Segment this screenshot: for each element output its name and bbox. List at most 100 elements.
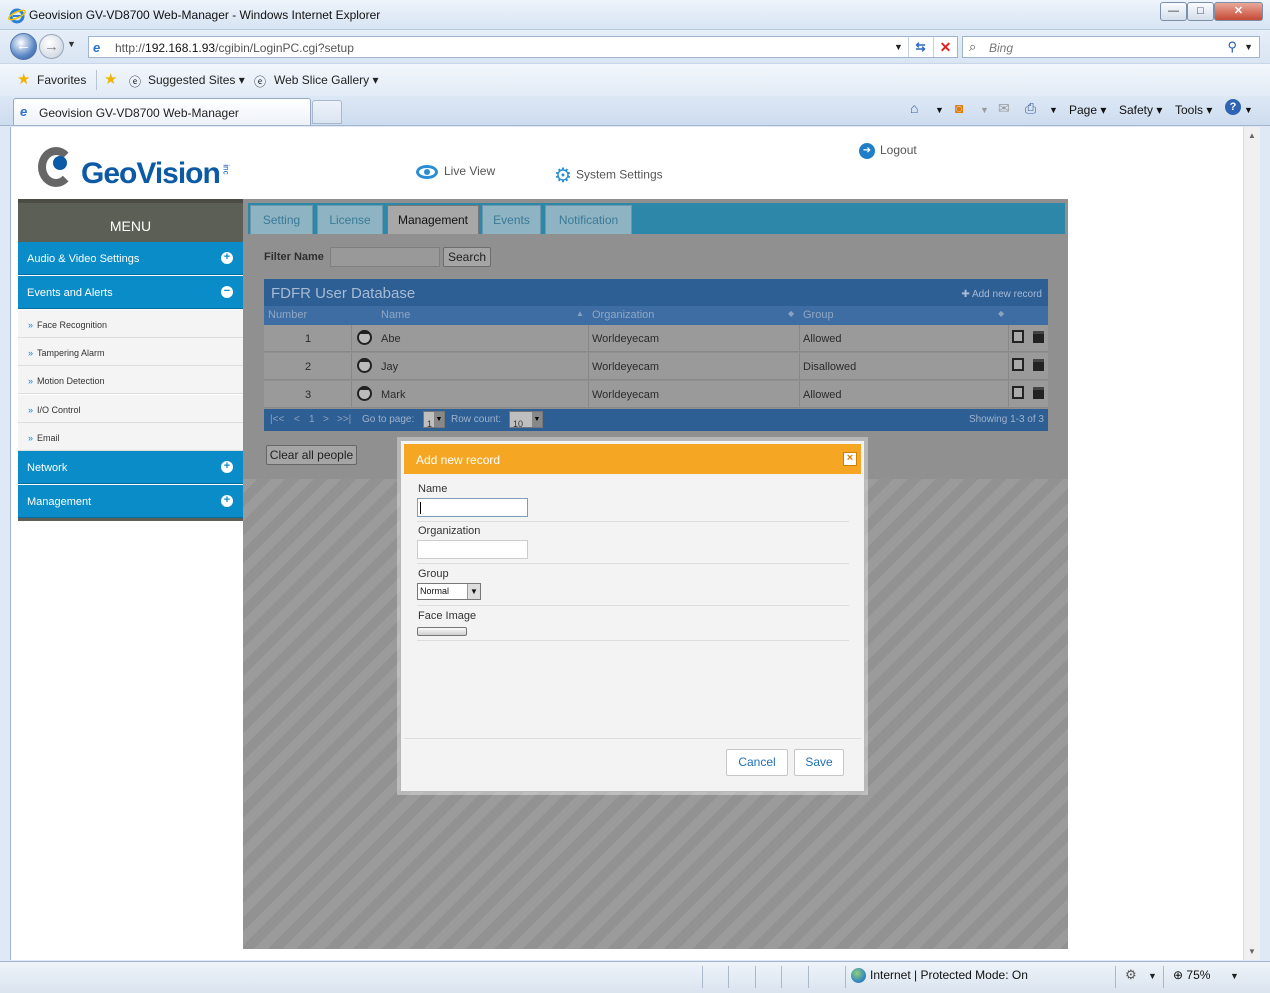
search-icon[interactable]: ⚲ [1227, 39, 1237, 55]
clear-all-people-button[interactable]: Clear all people [266, 445, 357, 465]
last-page-button[interactable]: >>| [337, 414, 351, 425]
address-input[interactable]: e http://192.168.1.93/cgibin/LoginPC.cgi… [88, 36, 958, 58]
tab-notification[interactable]: Notification [545, 205, 632, 234]
prev-page-button[interactable]: < [294, 414, 300, 425]
refresh-icon[interactable]: ⇆ [908, 37, 932, 57]
collapse-icon[interactable]: − [221, 286, 233, 298]
search-button[interactable]: Search [443, 247, 491, 267]
dialog-close-icon[interactable]: × [843, 452, 857, 466]
table-row[interactable]: 2 Jay Worldeyecam Disallowed [264, 353, 1048, 380]
tab-license[interactable]: License [317, 205, 383, 234]
tab-management[interactable]: Management [387, 205, 479, 234]
zoom-level[interactable]: ⊕ 75% [1173, 968, 1210, 982]
table-row[interactable]: 1 Abe Worldeyecam Allowed [264, 325, 1048, 352]
favorites-button[interactable]: Favorites [37, 73, 86, 87]
maximize-button[interactable]: □ [1187, 2, 1214, 21]
add-new-record-button[interactable]: ✚ Add new record [961, 289, 1042, 300]
menu-item-email[interactable]: » Email [18, 423, 243, 451]
zoom-dropdown-icon[interactable]: ▼ [1230, 971, 1239, 981]
forward-button[interactable]: → [39, 34, 64, 59]
back-button[interactable]: ← [10, 33, 37, 60]
close-window-button[interactable]: ✕ [1214, 2, 1263, 21]
system-settings-link[interactable]: ⚙ System Settings [554, 163, 663, 188]
menu-item-face-recognition[interactable]: » Face Recognition [18, 310, 243, 338]
table-row[interactable]: 3 Mark Worldeyecam Allowed [264, 381, 1048, 408]
next-page-button[interactable]: > [323, 414, 329, 425]
tab-events[interactable]: Events [482, 205, 541, 234]
address-dropdown-icon[interactable]: ▼ [894, 42, 903, 52]
face-image-upload-button[interactable] [417, 627, 467, 636]
sort-icon[interactable]: ◆ [788, 309, 794, 318]
column-header-organization[interactable]: Organization [592, 309, 654, 321]
add-new-record-label: Add new record [971, 289, 1042, 300]
new-tab-button[interactable] [312, 100, 342, 124]
edit-icon[interactable] [1012, 358, 1024, 371]
search-options-dropdown-icon[interactable]: ▼ [1244, 42, 1253, 52]
search-input[interactable]: ⌕ Bing ⚲ ▼ [962, 36, 1260, 58]
edit-icon[interactable] [1012, 386, 1024, 399]
logo-suffix: inc [221, 164, 231, 175]
filter-name-input[interactable] [330, 247, 440, 267]
menu-item-io-control[interactable]: » I/O Control [18, 395, 243, 423]
feeds-dropdown-icon[interactable]: ▼ [980, 105, 989, 115]
vertical-scrollbar[interactable]: ▲ ▼ [1243, 127, 1260, 960]
goto-page-select[interactable]: 1 ▼ [423, 411, 445, 429]
safety-menu[interactable]: Safety ▾ [1119, 103, 1162, 117]
column-header-group[interactable]: Group [803, 309, 834, 321]
tools-menu[interactable]: Tools ▾ [1175, 103, 1212, 117]
expand-icon[interactable]: + [221, 461, 233, 473]
page-menu[interactable]: Page ▾ [1069, 103, 1106, 117]
protected-mode-dropdown-icon[interactable]: ▼ [1148, 971, 1157, 981]
stop-icon[interactable]: ✕ [933, 37, 957, 57]
menu-section-events-alerts[interactable]: Events and Alerts − [18, 276, 243, 309]
logout-label: Logout [880, 143, 917, 158]
save-button[interactable]: Save [794, 749, 844, 776]
help-dropdown-icon[interactable]: ▼ [1244, 105, 1253, 115]
expand-icon[interactable]: + [221, 252, 233, 264]
logout-link[interactable]: ➜ Logout [859, 143, 917, 159]
suggested-sites-button[interactable]: Suggested Sites ▾ [148, 73, 245, 87]
scroll-up-icon[interactable]: ▲ [1248, 131, 1256, 140]
tab-setting[interactable]: Setting [250, 205, 313, 234]
column-header-name[interactable]: Name [381, 309, 410, 321]
home-dropdown-icon[interactable]: ▼ [935, 105, 944, 115]
url-text[interactable]: http://192.168.1.93/cgibin/LoginPC.cgi?s… [115, 41, 354, 55]
browser-tab-active[interactable]: e Geovision GV-VD8700 Web-Manager [13, 98, 311, 125]
read-mail-icon[interactable]: ✉ [998, 100, 1010, 117]
help-icon[interactable]: ? [1225, 99, 1241, 115]
delete-icon[interactable] [1033, 359, 1044, 371]
minimize-button[interactable]: — [1160, 2, 1187, 21]
edit-icon[interactable] [1012, 330, 1024, 343]
menu-item-tampering-alarm[interactable]: » Tampering Alarm [18, 338, 243, 366]
print-dropdown-icon[interactable]: ▼ [1049, 105, 1058, 115]
scroll-down-icon[interactable]: ▼ [1248, 947, 1256, 956]
security-zone[interactable]: Internet | Protected Mode: On [851, 968, 1028, 984]
geovision-logo[interactable]: GeoVision inc [38, 147, 238, 197]
menu-section-network[interactable]: Network + [18, 451, 243, 484]
column-header-number[interactable]: Number [268, 309, 307, 321]
menu-item-label: Motion Detection [37, 376, 105, 386]
menu-section-audio-video[interactable]: Audio & Video Settings + [18, 242, 243, 275]
menu-item-motion-detection[interactable]: » Motion Detection [18, 366, 243, 394]
organization-field[interactable] [417, 540, 528, 559]
row-count-select[interactable]: 10 ▼ [509, 411, 543, 429]
first-page-button[interactable]: |<< [270, 414, 284, 425]
protected-mode-icon[interactable]: ⚙ [1125, 967, 1137, 983]
feeds-icon[interactable]: ◙ [955, 100, 963, 116]
menu-section-management[interactable]: Management + [18, 485, 243, 518]
recent-pages-dropdown-icon[interactable]: ▼ [67, 39, 76, 49]
web-slice-gallery-button[interactable]: Web Slice Gallery ▾ [274, 73, 379, 87]
add-favorites-icon[interactable]: ★ [104, 70, 117, 88]
home-icon[interactable]: ⌂ [910, 100, 918, 116]
group-select[interactable]: Normal ▼ [417, 583, 481, 600]
name-field[interactable] [417, 498, 528, 517]
delete-icon[interactable] [1033, 387, 1044, 399]
sort-icon[interactable]: ▲ [576, 309, 584, 318]
expand-icon[interactable]: + [221, 495, 233, 507]
delete-icon[interactable] [1033, 331, 1044, 343]
chevron-down-icon: ▼ [532, 412, 542, 427]
live-view-link[interactable]: Live View [416, 164, 495, 179]
cancel-button[interactable]: Cancel [726, 749, 788, 776]
print-icon[interactable]: ⎙ [1025, 100, 1036, 117]
sort-icon[interactable]: ◆ [998, 309, 1004, 318]
